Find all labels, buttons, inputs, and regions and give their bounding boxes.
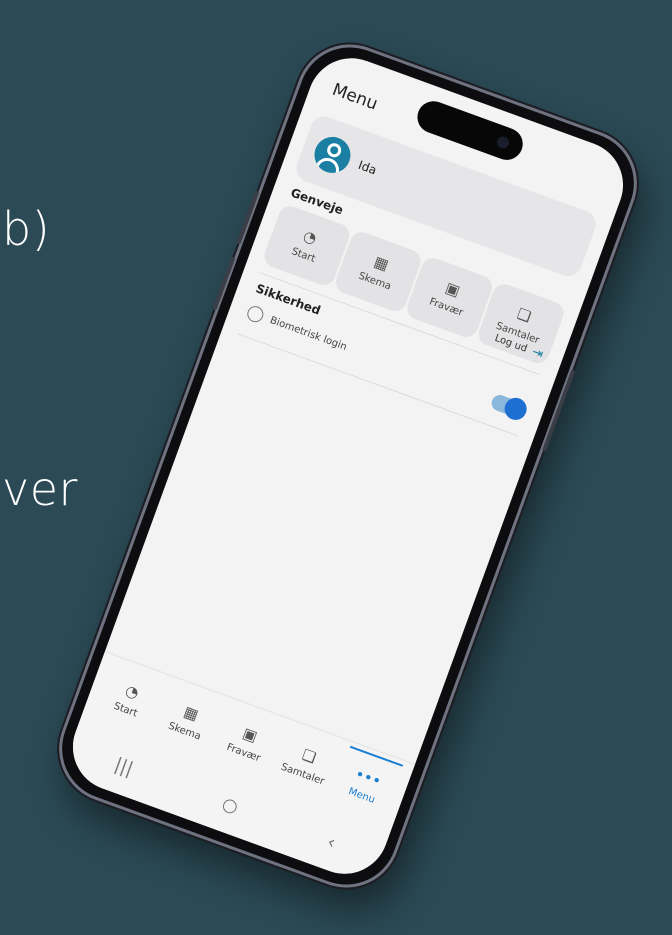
gauge-icon: ◔ [300, 226, 320, 248]
phone-mockup: Menu Ida Genveje ◔ Start ▦ Skema ▣ Fravæ… [43, 29, 653, 903]
tab-label: Menu [346, 785, 377, 806]
shortcut-label: Fravær [427, 296, 465, 319]
calendar-icon: ▦ [371, 252, 392, 275]
profile-name: Ida [356, 157, 379, 178]
tab-label: Skema [166, 720, 203, 743]
tab-label: Samtaler [279, 761, 326, 787]
person-icon [309, 131, 356, 178]
biometric-login-label: Biometrisk login [268, 314, 349, 353]
tab-label: Start [112, 700, 140, 719]
background-text-fragment: ver [2, 462, 78, 516]
page-title: Menu [329, 79, 381, 115]
calendar-icon: ▦ [181, 701, 202, 724]
tab-start[interactable]: ◔ Start [96, 674, 163, 725]
chat-icon: ❏ [299, 744, 319, 767]
tab-skema[interactable]: ▦ Skema [155, 696, 222, 747]
gauge-icon: ◔ [123, 680, 142, 703]
calendar-check-icon: ▣ [443, 278, 463, 301]
divider [237, 333, 518, 437]
shortcut-label: Skema [356, 270, 393, 293]
tab-label: Fravær [225, 741, 263, 764]
recents-icon[interactable]: ||| [112, 754, 136, 780]
back-icon[interactable]: ‹ [325, 831, 339, 853]
tab-menu[interactable]: ••• Menu [332, 760, 399, 811]
tab-fravaer[interactable]: ▣ Fravær [214, 717, 281, 768]
toggle-knob [501, 394, 530, 423]
more-icon: ••• [352, 764, 384, 791]
fingerprint-icon [245, 303, 266, 325]
calendar-check-icon: ▣ [240, 723, 261, 746]
home-icon[interactable]: ○ [219, 793, 241, 818]
phone-screen: Menu Ida Genveje ◔ Start ▦ Skema ▣ Fravæ… [60, 45, 636, 887]
biometric-login-toggle[interactable] [489, 392, 530, 423]
chat-icon: ❏ [514, 304, 534, 326]
shortcut-label: Start [289, 246, 317, 265]
tab-samtaler[interactable]: ❏ Samtaler [273, 739, 340, 790]
background-text-fragment: b) [2, 202, 51, 256]
